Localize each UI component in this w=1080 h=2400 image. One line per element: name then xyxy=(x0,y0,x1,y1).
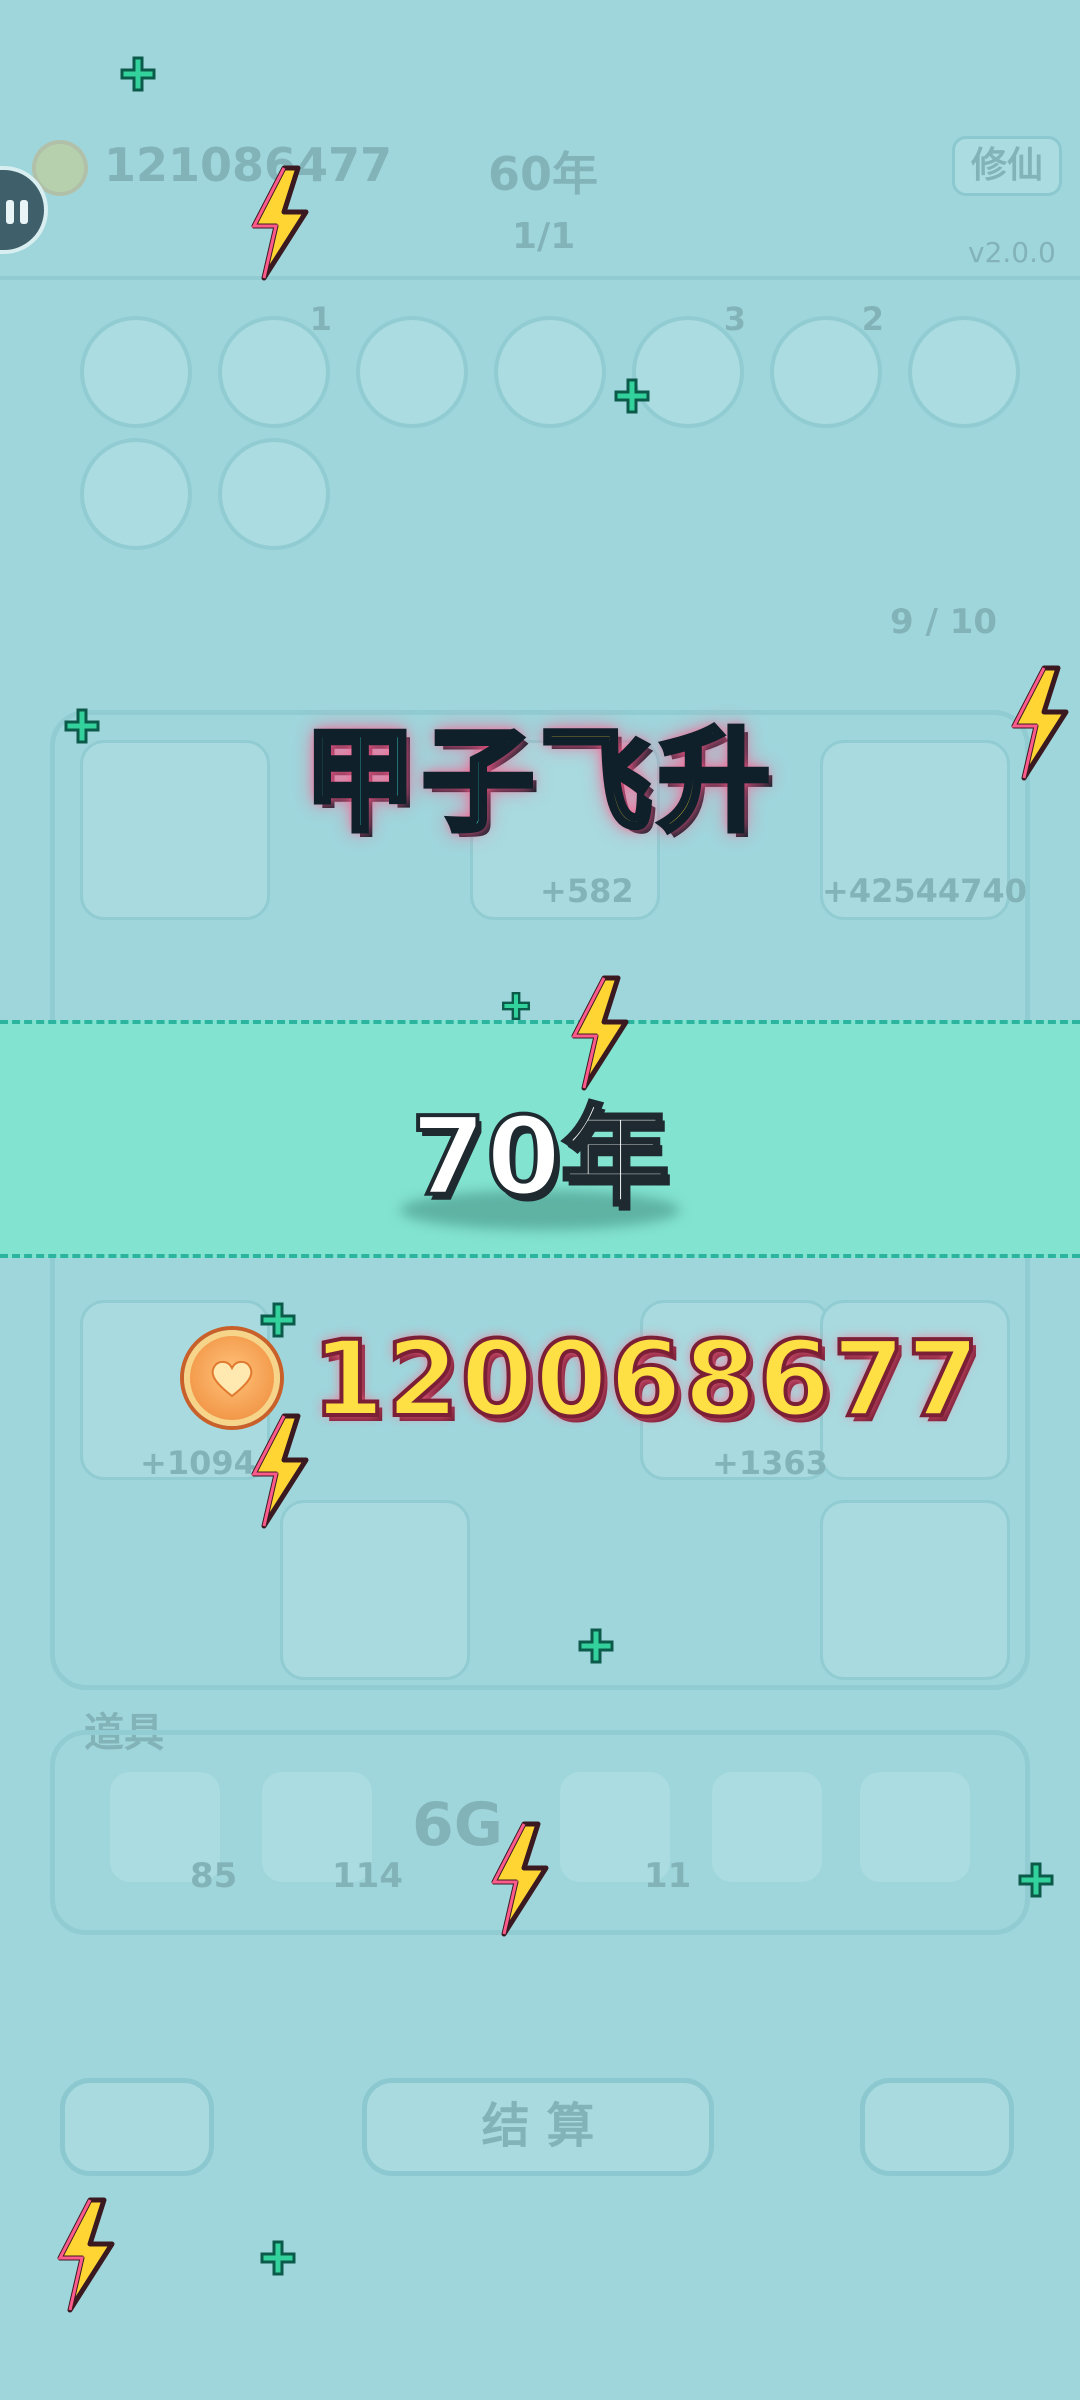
title-part-2: 飞升 xyxy=(538,715,776,850)
lightning-icon xyxy=(1011,665,1069,781)
bag-button[interactable] xyxy=(860,2078,1014,2176)
sparkle-plus-icon xyxy=(64,708,100,744)
ascension-title: 甲子飞升 xyxy=(0,712,1080,852)
header-year: 60年 xyxy=(488,147,599,201)
years-label: 70年 xyxy=(409,1093,671,1222)
lightning-icon xyxy=(57,2197,115,2313)
skill-badge: 3 xyxy=(723,300,746,338)
sparkle-plus-icon xyxy=(120,56,156,92)
sparkle-plus-icon xyxy=(578,1628,614,1664)
ascend-button[interactable]: 修仙 xyxy=(952,136,1062,196)
sparkle-plus-icon xyxy=(260,2240,296,2276)
settle-button[interactable]: 结 算 xyxy=(362,2078,714,2176)
delete-button[interactable] xyxy=(60,2078,214,2176)
header-page: 1/1 xyxy=(512,216,576,257)
prop-count: 85 xyxy=(190,1856,238,1896)
delete-skill-icon[interactable]: 1 xyxy=(218,300,332,428)
title-part-1: 甲子 xyxy=(302,715,540,850)
skill-badge: 1 xyxy=(309,300,332,338)
coins-reward: 120068677 xyxy=(310,1316,982,1442)
prop-tube[interactable] xyxy=(860,1772,970,1882)
prop-count: 114 xyxy=(332,1856,403,1896)
prop-count: 11 xyxy=(644,1856,692,1896)
cell-value: +1363 xyxy=(712,1444,828,1482)
cell-value: +42544740 xyxy=(822,872,1027,910)
recycle-skill-icon[interactable] xyxy=(80,316,192,428)
cell-value: +1094 xyxy=(140,1444,256,1482)
lightning-icon xyxy=(251,1413,309,1529)
sparkle-plus-icon xyxy=(260,1302,296,1338)
cell-value: +582 xyxy=(540,872,634,910)
skill-badge: 2 xyxy=(861,300,884,338)
shell-skill-icon[interactable]: 2 xyxy=(770,300,884,428)
lightning-icon xyxy=(251,165,309,281)
prop-card[interactable] xyxy=(712,1772,822,1882)
sparkle-plus-icon xyxy=(614,378,650,414)
arrow-skill-icon[interactable] xyxy=(908,316,1020,428)
sparkle-plus-icon xyxy=(1018,1862,1054,1898)
skill-row: 1 3 2 xyxy=(80,300,1020,428)
bolt-skill-icon[interactable] xyxy=(218,438,330,550)
lightning-icon xyxy=(571,975,629,1091)
hand-skill-icon[interactable] xyxy=(494,316,606,428)
leaf-skill-icon[interactable] xyxy=(80,438,192,550)
grid-cell[interactable] xyxy=(820,1500,1010,1680)
knife-skill-icon[interactable] xyxy=(356,316,468,428)
grid-count: 9 / 10 xyxy=(890,602,998,642)
skill-row-2 xyxy=(80,438,330,550)
lightning-icon xyxy=(491,1821,549,1937)
sparkle-plus-icon xyxy=(502,992,530,1020)
version-label: v2.0.0 xyxy=(968,236,1056,269)
